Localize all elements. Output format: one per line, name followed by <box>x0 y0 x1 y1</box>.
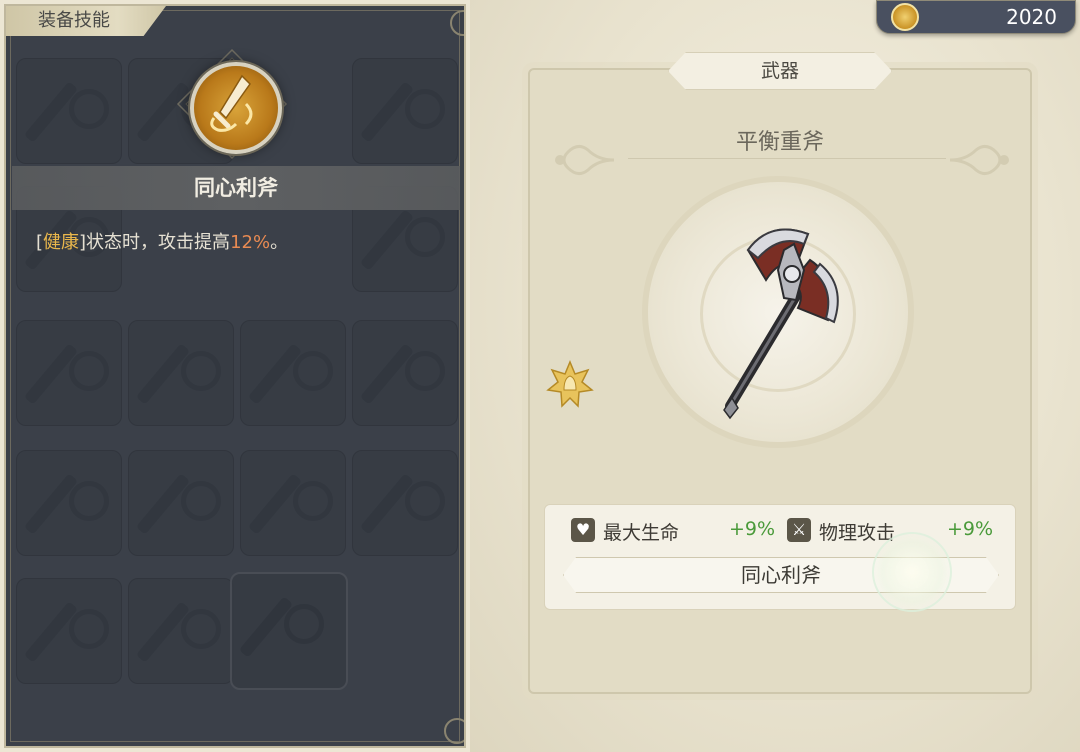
corner-ornament-icon <box>444 718 464 744</box>
skill-slot[interactable] <box>128 450 234 556</box>
gold-coin-icon <box>891 3 919 31</box>
stat-value-phys-atk: +9% <box>947 518 994 540</box>
stat-row: ♥ 最大生命 +9% ⚔ 物理攻击 +9% <box>545 515 1015 545</box>
stat-value-max-hp: +9% <box>729 518 776 540</box>
skill-slot[interactable] <box>16 450 122 556</box>
desc-middle: ]状态时，攻击提高 <box>79 232 231 253</box>
skill-slot[interactable] <box>16 58 122 164</box>
skill-slot[interactable] <box>16 320 122 426</box>
skill-slot[interactable] <box>128 578 234 684</box>
skill-slot[interactable] <box>240 320 346 426</box>
stat-label-phys-atk: 物理攻击 <box>819 522 896 544</box>
heart-icon: ♥ <box>571 518 595 542</box>
sword-icon: ⚔ <box>787 518 811 542</box>
battle-axe-icon <box>723 228 839 420</box>
tap-indicator <box>872 532 952 612</box>
currency-amount: 2020 <box>1006 5 1057 29</box>
sword-emblem-icon <box>210 74 253 132</box>
desc-suffix: 。 <box>270 232 289 253</box>
stat-label-max-hp: 最大生命 <box>603 522 680 544</box>
featured-skill-emblem <box>176 48 288 160</box>
skill-description: [健康]状态时，攻击提高12%。 <box>36 228 288 254</box>
desc-value: 12% <box>230 232 271 253</box>
skill-slot-selected[interactable] <box>230 572 348 690</box>
featured-skill-name: 同心利斧 <box>12 166 460 210</box>
desc-keyword: 健康 <box>43 232 80 253</box>
skill-slot[interactable] <box>240 450 346 556</box>
skill-slot[interactable] <box>352 320 458 426</box>
currency-display[interactable]: 2020 <box>876 0 1076 34</box>
weapon-category-tab: 武器 <box>668 52 892 90</box>
corner-ornament-icon <box>450 10 464 36</box>
divider-line <box>628 158 946 159</box>
skill-slot[interactable] <box>352 450 458 556</box>
equip-skill-panel: 装备技能 同心利斧 [健康]状态时，攻击提高12%。 <box>4 4 466 748</box>
desc-bracket-open: [ <box>36 232 44 253</box>
left-flourish-icon <box>555 145 615 175</box>
skill-slot[interactable] <box>16 578 122 684</box>
skill-slot[interactable] <box>352 58 458 164</box>
skill-slot[interactable] <box>128 320 234 426</box>
right-flourish-icon <box>949 145 1009 175</box>
panel-tab-equip-skills: 装备技能 <box>6 6 166 36</box>
gold-star-badge-icon[interactable] <box>546 360 594 408</box>
